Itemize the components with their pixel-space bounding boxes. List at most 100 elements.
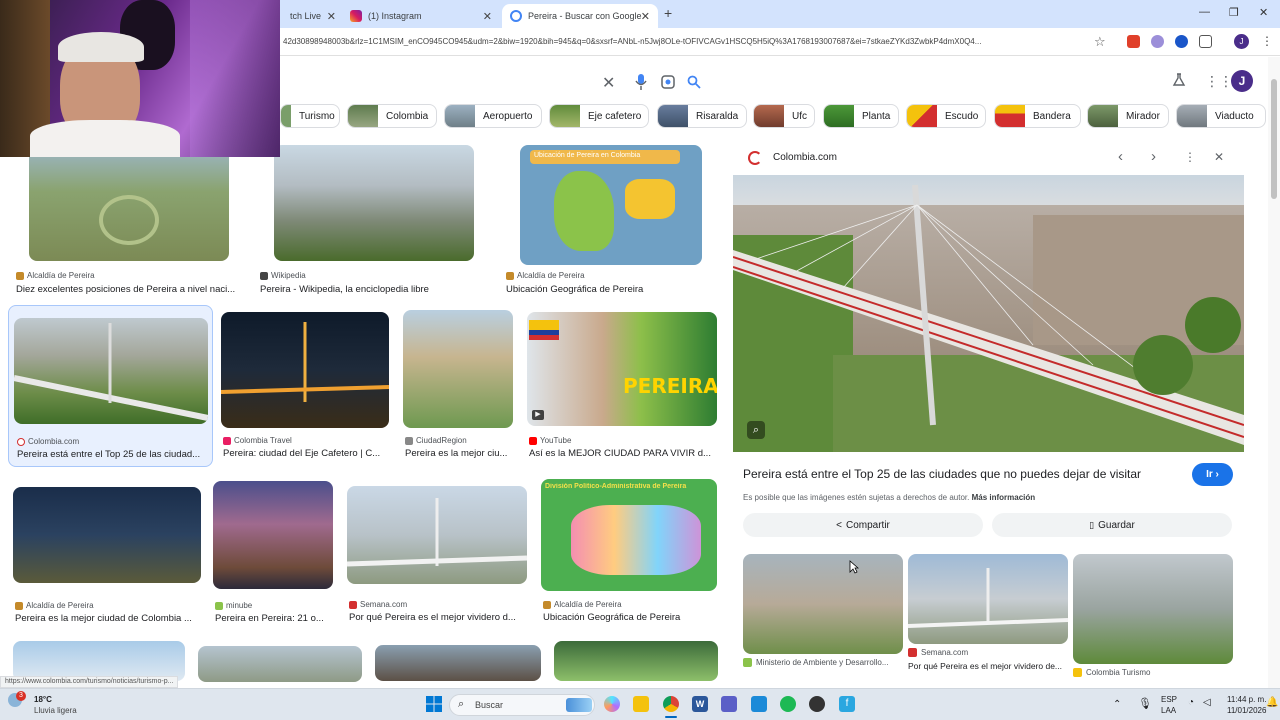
result-title[interactable]: Pereira en Pereira: 21 o...: [215, 613, 335, 624]
result-image[interactable]: Ubicación de Pereira en Colombia: [520, 145, 702, 265]
new-tab-icon[interactable]: +: [664, 5, 672, 21]
keyboard-layout[interactable]: LAA: [1161, 706, 1176, 715]
result-image[interactable]: PEREIRA ▶: [527, 312, 717, 426]
related-source[interactable]: Semana.com: [908, 648, 968, 657]
extensions-puzzle-icon[interactable]: [1199, 35, 1212, 48]
language-code[interactable]: ESP: [1161, 695, 1177, 704]
related-source[interactable]: Ministerio de Ambiente y Desarrollo...: [743, 658, 889, 667]
image-result[interactable]: Wikipedia Pereira - Wikipedia, la encicl…: [258, 145, 490, 297]
close-icon[interactable]: ✕: [327, 10, 336, 23]
result-title[interactable]: Pereira es la mejor ciudad de Colombia .…: [15, 613, 201, 624]
image-result[interactable]: [13, 641, 185, 681]
chip-risaralda[interactable]: Risaralda: [657, 104, 747, 128]
more-options-icon[interactable]: ⋮: [1184, 150, 1196, 164]
image-result[interactable]: Alcaldía de Pereira Diez excelentes posi…: [14, 145, 242, 297]
voice-search-icon[interactable]: [635, 74, 647, 90]
windows-start-icon[interactable]: [426, 696, 442, 712]
search-box[interactable]: ✕: [282, 65, 714, 99]
image-result[interactable]: PEREIRA ▶ YouTube Así es la MEJOR CIUDAD…: [527, 312, 719, 462]
related-image[interactable]: [743, 554, 903, 654]
result-source[interactable]: Alcaldía de Pereira: [506, 271, 585, 280]
result-source[interactable]: Alcaldía de Pereira: [15, 601, 94, 610]
clock-date[interactable]: 11/01/2026: [1227, 706, 1266, 715]
microphone-icon[interactable]: 🎙: [1138, 697, 1152, 710]
labs-flask-icon[interactable]: [1172, 73, 1186, 87]
teams-icon[interactable]: [721, 696, 737, 712]
weather-widget[interactable]: 3: [8, 691, 32, 717]
result-source[interactable]: Alcaldía de Pereira: [543, 600, 622, 609]
result-image[interactable]: [13, 487, 201, 583]
chip-aeropuerto[interactable]: Aeropuerto: [444, 104, 542, 128]
chrome-menu-icon[interactable]: ⋮: [1261, 34, 1273, 48]
share-button[interactable]: < Compartir: [743, 513, 983, 537]
image-result[interactable]: División Político-Administrativa de Pere…: [541, 479, 721, 627]
related-image[interactable]: [1073, 554, 1233, 664]
taskbar-search[interactable]: ⌕ Buscar: [449, 694, 595, 716]
result-image[interactable]: División Político-Administrativa de Pere…: [541, 479, 717, 591]
previous-icon[interactable]: ‹: [1118, 148, 1123, 165]
related-title[interactable]: Por qué Pereira es el mejor vividero de.…: [908, 661, 1068, 671]
image-result-selected[interactable]: Colombia.com Pereira está entre el Top 2…: [8, 305, 213, 467]
result-title[interactable]: Así es la MEJOR CIUDAD PARA VIVIR d...: [529, 448, 715, 459]
next-icon[interactable]: ›: [1151, 148, 1156, 165]
restore-icon[interactable]: ❐: [1229, 6, 1239, 19]
chip-viaducto[interactable]: Viaducto: [1176, 104, 1266, 128]
image-result[interactable]: minube Pereira en Pereira: 21 o...: [213, 481, 337, 627]
close-icon[interactable]: ✕: [641, 10, 650, 23]
page-scrollbar[interactable]: [1268, 57, 1280, 688]
visit-button[interactable]: Ir ›: [1192, 463, 1233, 486]
profile-avatar[interactable]: J: [1234, 34, 1249, 49]
search-icon[interactable]: [687, 75, 701, 89]
extension-icon[interactable]: [1175, 35, 1188, 48]
result-source[interactable]: Colombia Travel: [223, 436, 292, 445]
image-result[interactable]: Semana.com Por qué Pereira es el mejor v…: [347, 486, 531, 627]
extension-icon[interactable]: [1151, 35, 1164, 48]
extension-icon[interactable]: [1127, 35, 1140, 48]
volume-icon[interactable]: ◁: [1203, 697, 1211, 708]
result-image[interactable]: [221, 312, 389, 428]
result-source[interactable]: YouTube: [529, 436, 571, 445]
result-title[interactable]: Pereira es la mejor ciu...: [405, 448, 513, 459]
image-result[interactable]: Alcaldía de Pereira Pereira es la mejor …: [13, 487, 203, 627]
more-info-link[interactable]: Más información: [972, 493, 1036, 502]
result-title[interactable]: Por qué Pereira es el mejor vividero d..…: [349, 612, 529, 623]
result-image[interactable]: [403, 310, 513, 428]
chip-escudo[interactable]: Escudo: [906, 104, 986, 128]
url-field[interactable]: 42d30898948003b&rlz=1C1MSIM_enCO945CO945…: [283, 37, 1091, 46]
file-explorer-icon[interactable]: [633, 696, 649, 712]
result-title[interactable]: Pereira: ciudad del Eje Cafetero | C...: [223, 448, 389, 459]
word-icon[interactable]: W: [692, 696, 708, 712]
lens-search-icon[interactable]: ⌕: [747, 421, 765, 439]
chip-turismo[interactable]: Turismo: [280, 104, 340, 128]
result-image[interactable]: [14, 318, 208, 424]
copilot-icon[interactable]: [604, 696, 620, 712]
result-image[interactable]: [375, 645, 541, 681]
bookmark-star-icon[interactable]: ☆: [1094, 34, 1106, 50]
image-result[interactable]: [198, 646, 362, 682]
result-image[interactable]: [554, 641, 718, 681]
result-image[interactable]: [213, 481, 333, 589]
image-result[interactable]: Ubicación de Pereira en Colombia Alcaldí…: [504, 145, 720, 297]
result-image[interactable]: [274, 145, 474, 261]
notifications-icon[interactable]: 🔔: [1266, 697, 1278, 708]
result-title[interactable]: Diez excelentes posiciones de Pereira a …: [16, 284, 238, 295]
result-image[interactable]: [29, 145, 229, 261]
save-button[interactable]: ▯ Guardar: [992, 513, 1232, 537]
app-f-icon[interactable]: f: [839, 696, 855, 712]
clear-icon[interactable]: ✕: [602, 73, 615, 93]
obs-icon[interactable]: [809, 696, 825, 712]
result-source[interactable]: Wikipedia: [260, 271, 306, 280]
clock-time[interactable]: 11:44 p. m.: [1227, 695, 1266, 704]
result-title[interactable]: Pereira - Wikipedia, la enciclopedia lib…: [260, 284, 486, 295]
image-result[interactable]: [375, 645, 541, 681]
result-image[interactable]: [347, 486, 527, 584]
result-image[interactable]: [13, 641, 185, 681]
result-title[interactable]: Ubicación Geográfica de Pereira: [543, 612, 719, 623]
account-avatar[interactable]: J: [1231, 70, 1253, 92]
result-source[interactable]: Semana.com: [349, 600, 407, 609]
chip-mirador[interactable]: Mirador: [1087, 104, 1169, 128]
result-title[interactable]: Ubicación Geográfica de Pereira: [506, 284, 716, 295]
result-source[interactable]: CiudadRegion: [405, 436, 467, 445]
preview-image[interactable]: ⌕: [733, 175, 1244, 452]
panel-title[interactable]: Pereira está entre el Top 25 de las ciud…: [743, 467, 1141, 481]
